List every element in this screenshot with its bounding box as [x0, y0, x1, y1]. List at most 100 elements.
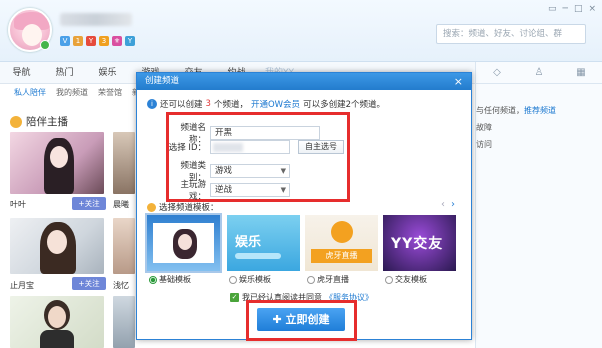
template-title-text: 选择频道模板： [159, 203, 219, 213]
tab-hot[interactable]: 热门 [43, 62, 86, 83]
template-friends[interactable]: YY交友 [383, 215, 456, 271]
chevron-down-icon: ▼ [280, 167, 286, 175]
streamer-thumbnail[interactable] [10, 296, 104, 348]
create-channel-dialog: 创建频道 × i 还可以创建 3 个频道， 开通OW会员 可以多创建2个频道。 … [136, 72, 472, 341]
close-icon[interactable]: × [454, 73, 463, 90]
skin-icon[interactable]: ▭ [548, 4, 557, 14]
template-huya-label: 虎牙直播 [317, 275, 349, 284]
level-badge-icon[interactable]: 1 [73, 36, 83, 46]
radio-icon[interactable] [229, 275, 237, 284]
streamer-name[interactable]: 浅忆 [113, 280, 129, 291]
radio-icon[interactable] [307, 275, 315, 284]
streamer-thumbnail[interactable] [113, 132, 135, 194]
follow-button[interactable]: +关注 [72, 277, 106, 290]
recommend-channel-link[interactable]: 推荐频道 [524, 106, 556, 115]
template-entertainment[interactable]: 娱乐 [227, 215, 300, 271]
template-pager: ‹ › [441, 199, 455, 210]
channel-id-input[interactable] [210, 140, 290, 154]
online-status-icon [40, 40, 50, 50]
template-huya-option[interactable]: 虎牙直播 [307, 274, 349, 285]
avatar-face [22, 24, 42, 46]
subnav-honor[interactable]: 荣誉馆 [98, 85, 122, 101]
streamer-name[interactable]: 叶叶 [10, 199, 26, 210]
channel-id-blurred [213, 143, 243, 152]
quota-mid: 个频道， [213, 100, 248, 110]
plus-icon: ✚ [272, 313, 286, 326]
chevron-down-icon: ▼ [280, 186, 286, 194]
template-entertainment-label: 娱乐模板 [239, 275, 271, 284]
streamer-name[interactable]: 晨曦 [113, 199, 129, 210]
noble-badge-icon[interactable]: ⚜ [112, 36, 122, 46]
yy-badge-icon[interactable]: Y [86, 36, 96, 46]
right-panel-hint: 与任何频道，推荐频道 [476, 105, 556, 116]
create-now-label: 立即创建 [285, 313, 330, 326]
agreement-checkbox[interactable]: ✓ [230, 293, 239, 302]
right-panel-line: 访问 [476, 140, 492, 149]
channel-tab-icon[interactable]: ◇ [476, 62, 518, 83]
template-basic[interactable] [145, 213, 222, 273]
highlight-box-create: ✚ 立即创建 [246, 300, 357, 341]
right-panel-hint-text: 与任何频道， [476, 106, 524, 115]
template-friends-label: 交友模板 [395, 275, 427, 284]
friends-tab-icon[interactable]: ♙ [518, 62, 560, 83]
open-ow-member-link[interactable]: 开通OW会员 [251, 98, 300, 110]
search-input[interactable]: 搜索：频道、好友、讨论组、群 [436, 24, 586, 44]
dialog-title: 创建频道 [145, 76, 180, 86]
follow-button[interactable]: +关注 [72, 197, 106, 210]
tab-nav[interactable]: 导航 [0, 62, 43, 83]
template-huya[interactable]: 虎牙直播 [305, 215, 378, 271]
create-now-button[interactable]: ✚ 立即创建 [257, 308, 345, 331]
channel-name-input[interactable]: 开黑 [210, 126, 320, 140]
radio-selected-icon[interactable] [149, 275, 157, 284]
main-game-value: 逆战 [215, 185, 233, 195]
user-nickname-blurred [60, 13, 132, 26]
vip-badge-icon[interactable]: V [60, 36, 70, 46]
template-basic-option[interactable]: 基础模板 [149, 274, 191, 285]
member-badge-icon[interactable]: Y [125, 36, 135, 46]
window-controls: ▭ ─ □ × [548, 4, 596, 14]
right-panel-line: 故障 [476, 123, 492, 132]
channel-id-label: 选择 ID： [168, 143, 206, 153]
maximize-icon[interactable]: □ [574, 4, 583, 14]
section-title: 陪伴主播 [10, 114, 68, 129]
quota-count: 3 [205, 99, 211, 109]
streamer-thumbnail[interactable] [113, 218, 135, 274]
minimize-icon[interactable]: ─ [563, 4, 568, 14]
top-header: V 1 Y 3 ⚜ Y ▭ ─ □ × 搜索：频道、好友、讨论组、群 [0, 0, 602, 62]
template-title: 选择频道模板： [147, 201, 219, 213]
honor-badge-icon[interactable]: 3 [99, 36, 109, 46]
quota-prefix: 还可以创建 [160, 100, 203, 110]
template-entertainment-option[interactable]: 娱乐模板 [229, 274, 271, 285]
streamer-name[interactable]: 止月宝 [10, 280, 34, 291]
choose-id-button[interactable]: 自主选号 [298, 140, 344, 154]
right-panel-tabs: ◇ ♙ ▦ [476, 62, 602, 84]
close-window-icon[interactable]: × [588, 4, 596, 14]
tab-entertainment[interactable]: 娱乐 [86, 62, 129, 83]
main-game-label: 主玩游戏： [180, 180, 206, 202]
user-badges: V 1 Y 3 ⚜ Y [60, 36, 135, 46]
subnav-companion[interactable]: 私人陪伴 [14, 85, 46, 101]
subnav-my-channels[interactable]: 我的频道 [56, 85, 88, 101]
microphone-icon [10, 115, 22, 128]
channel-id-row: 选择 ID： 自主选号 [165, 140, 344, 154]
streamer-thumbnail[interactable] [113, 296, 135, 348]
category-select[interactable]: 游戏 ▼ [210, 164, 290, 178]
category-value: 游戏 [215, 166, 233, 176]
quota-suffix: 可以多创建2个频道。 [303, 100, 385, 110]
radio-icon[interactable] [385, 275, 393, 284]
right-panel: ◇ ♙ ▦ 与任何频道，推荐频道 故障 访问 [475, 62, 602, 348]
template-basic-label: 基础模板 [159, 275, 191, 284]
main-game-select[interactable]: 逆战 ▼ [210, 183, 290, 197]
main-game-row: 主玩游戏： 逆战 ▼ [165, 178, 290, 202]
info-icon: i [147, 99, 157, 109]
quota-info: i 还可以创建 3 个频道， 开通OW会员 可以多创建2个频道。 [147, 98, 385, 110]
streamer-thumbnail[interactable] [10, 218, 104, 274]
dialog-titlebar: 创建频道 × [137, 73, 471, 90]
streamer-thumbnail[interactable] [10, 132, 104, 194]
next-arrow-icon[interactable]: › [451, 199, 455, 210]
apps-tab-icon[interactable]: ▦ [560, 62, 602, 83]
section-title-text: 陪伴主播 [26, 116, 68, 128]
prev-arrow-icon[interactable]: ‹ [441, 199, 445, 210]
template-friends-option[interactable]: 交友模板 [385, 274, 427, 285]
warning-icon [147, 202, 156, 212]
